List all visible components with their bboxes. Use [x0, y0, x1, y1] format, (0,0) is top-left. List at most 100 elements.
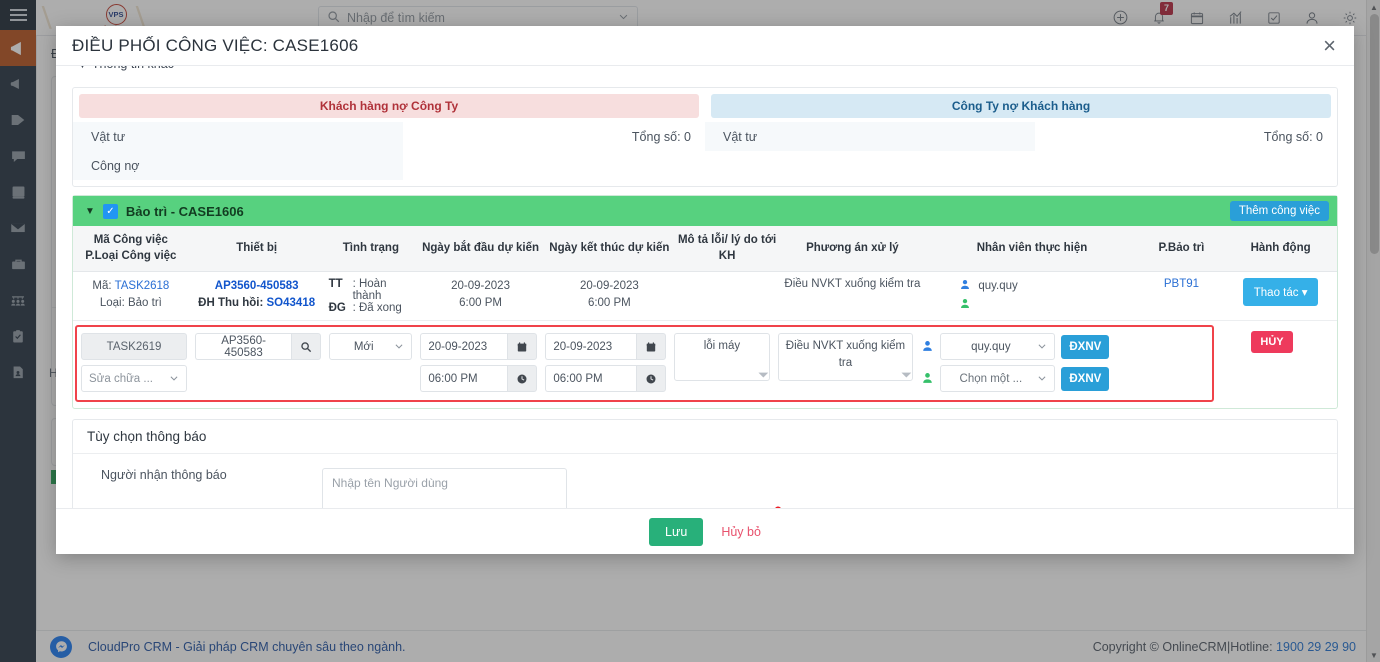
maintenance-link[interactable]: PBT91 — [1164, 278, 1199, 290]
cell-end-date: 20-09-2023 6:00 PM — [543, 271, 675, 322]
device-order-link[interactable]: SO43418 — [267, 297, 316, 309]
issue-textarea[interactable]: lỗi máy ◢ — [674, 333, 770, 382]
dispatch-work-modal: ĐIỀU PHỐI CÔNG VIỆC: CASE1606 × ▼ Thông t… — [56, 26, 1354, 554]
edit-cell-start: 20-09-2023 06:00 PM — [416, 333, 541, 393]
col-header-device: Thiết bị — [188, 226, 325, 273]
cell-device: AP3560-450583 ĐH Thu hồi: SO43418 — [188, 271, 325, 322]
notification-options-title: Tùy chọn thông báo — [73, 420, 1337, 455]
add-task-button[interactable]: Thêm công việc — [1229, 201, 1329, 221]
modal-header: ĐIỀU PHỐI CÔNG VIỆC: CASE1606 × — [56, 26, 1354, 66]
modal-title: ĐIỀU PHỐI CÔNG VIỆC: CASE1606 — [72, 35, 359, 55]
col-header-issue: Mô tả lỗi/ lý do tới KH — [674, 226, 780, 273]
end-date-input[interactable]: 20-09-2023 — [545, 333, 637, 361]
status-value: Mới — [353, 340, 374, 353]
table-row: Mã: TASK2618 Loại: Bảo trì AP3560-450583… — [73, 271, 1337, 322]
code-link[interactable]: TASK2618 — [115, 280, 170, 292]
device-link[interactable]: AP3560-450583 — [193, 278, 321, 295]
edit-cell-end: 20-09-2023 06:00 PM — [541, 333, 670, 393]
user-icon — [921, 339, 934, 355]
col-header-maintenance: P.Bảo trì — [1138, 226, 1225, 273]
staff-entry: quy.quy — [929, 278, 1134, 293]
task-subtype-select[interactable]: Sửa chữa ... — [81, 365, 188, 393]
customer-debt-block: Khách hàng nợ Công Ty Vật tư Tổng số: 0 … — [73, 88, 705, 186]
clock-icon[interactable] — [636, 365, 667, 393]
assign-staff-button-1[interactable]: ĐXNV — [1061, 334, 1110, 359]
chevron-down-icon[interactable]: ▼ — [85, 206, 95, 217]
debt-row: Công nợ — [73, 151, 705, 180]
solution-text: Điều NVKT xuống kiểm tra — [785, 340, 906, 369]
end-time-value: 6:00 PM — [587, 297, 631, 310]
start-date-value: 20-09-2023 — [451, 280, 510, 293]
customer-debt-header: Khách hàng nợ Công Ty — [79, 94, 699, 118]
debt-row-total: Tổng số: 0 — [631, 129, 691, 144]
edit-row-highlight: TASK2619 Sửa chữa ... AP3560-450583 Mới … — [75, 325, 1214, 403]
chevron-down-icon: ▼ — [78, 66, 87, 70]
debt-row: Vật tư Tổng số: 0 — [705, 122, 1337, 151]
task-code-readonly: TASK2619 — [81, 333, 188, 361]
chevron-down-icon — [169, 373, 179, 385]
start-time-input[interactable]: 06:00 PM — [420, 365, 508, 393]
user-icon — [921, 371, 934, 387]
debt-row-total: Tổng số: 0 — [1263, 129, 1323, 144]
cancel-task-button[interactable]: HỦY — [1251, 331, 1293, 354]
select-all-checkbox[interactable]: ✓ — [102, 203, 118, 219]
device-input[interactable]: AP3560-450583 — [195, 333, 292, 361]
resize-grip-icon[interactable]: ◢ — [900, 365, 912, 379]
recipient-input[interactable]: Nhập tên Người dùng — [322, 468, 567, 508]
search-icon[interactable] — [291, 333, 322, 361]
company-debt-header: Công Ty nợ Khách hàng — [711, 94, 1331, 118]
calendar-icon[interactable] — [636, 333, 667, 361]
end-date-value: 20-09-2023 — [579, 280, 639, 293]
col-header-start-date: Ngày bắt đầu dự kiến — [417, 226, 544, 273]
calendar-icon[interactable] — [507, 333, 538, 361]
cell-maintenance: PBT91 — [1138, 271, 1225, 322]
modal-footer: Lưu Hủy bỏ — [56, 508, 1354, 554]
col-header-solution: Phương án xử lý — [779, 226, 926, 273]
col-header-end-date: Ngày kết thúc dự kiến — [543, 226, 675, 273]
edit-cell-code: TASK2619 Sửa chữa ... — [77, 333, 191, 393]
assign-staff-button-2[interactable]: ĐXNV — [1061, 366, 1110, 391]
chevron-down-icon — [1037, 373, 1047, 385]
notification-options-panel: Tùy chọn thông báo Người nhận thông báo … — [72, 419, 1338, 508]
start-time-value: 6:00 PM — [459, 297, 502, 310]
edit-cell-status: Mới — [325, 333, 416, 361]
staff-select-2[interactable]: Chọn một ... — [940, 365, 1056, 393]
start-date-input[interactable]: 20-09-2023 — [420, 333, 508, 361]
task-table-header-row: Mã Công việc P.Loại Công việc Thiết bị T… — [73, 226, 1337, 273]
edit-cell-device: AP3560-450583 — [191, 333, 325, 361]
cell-status: TT: Hoàn thành ĐG: Đã xong — [324, 271, 418, 322]
cancel-button[interactable]: Hủy bỏ — [721, 525, 761, 539]
task-panel-header: ▼ ✓ Bảo trì - CASE1606 Thêm công việc — [73, 196, 1337, 226]
table-row-editing: TASK2619 Sửa chữa ... AP3560-450583 Mới … — [73, 321, 1337, 409]
user-icon — [959, 278, 971, 293]
device-order-key: ĐH Thu hồi: — [198, 297, 264, 310]
cell-staff: quy.quy — [925, 271, 1139, 322]
close-icon[interactable]: × — [1321, 34, 1338, 57]
clock-icon[interactable] — [507, 365, 538, 393]
modal-body: ▼ Thông tin khác Khách hàng nợ Công Ty Vậ… — [56, 66, 1354, 508]
edit-cell-action: HỦY — [1216, 321, 1328, 408]
other-info-section-header[interactable]: ▼ Thông tin khác — [64, 66, 1346, 84]
solution-textarea[interactable]: Điều NVKT xuống kiểm tra ◢ — [777, 333, 914, 382]
debt-row: Vật tư Tổng số: 0 — [73, 122, 705, 151]
staff-select-1[interactable]: quy.quy — [940, 333, 1056, 361]
debt-row-label: Công nợ — [73, 151, 403, 180]
end-time-input[interactable]: 06:00 PM — [545, 365, 637, 393]
status-key-1: TT — [328, 278, 343, 291]
staff-assign-row-2: Chọn một ... ĐXNV — [921, 365, 1123, 393]
col-header-code: Mã Công việc P.Loại Công việc — [73, 226, 189, 273]
action-dropdown-button[interactable]: Thao tác ▾ — [1242, 278, 1319, 307]
recipient-label: Người nhận thông báo — [101, 468, 227, 483]
debt-panel: Khách hàng nợ Công Ty Vật tư Tổng số: 0 … — [72, 87, 1338, 187]
type-key: Loại: — [99, 297, 125, 310]
staff-entry — [929, 297, 1134, 312]
edit-cell-solution: Điều NVKT xuống kiểm tra ◢ — [774, 333, 918, 382]
cell-issue — [674, 271, 780, 322]
save-button[interactable]: Lưu — [649, 517, 704, 546]
status-value-2: : Đã xong — [352, 302, 402, 315]
edit-cell-staff: quy.quy ĐXNV Chọn một ... ĐXNV — [917, 333, 1127, 393]
resize-grip-icon[interactable]: ◢ — [756, 365, 768, 379]
action-button-label: Thao tác — [1253, 287, 1299, 300]
staff-value-2: Chọn một ... — [959, 372, 1023, 385]
status-select[interactable]: Mới — [329, 333, 413, 361]
